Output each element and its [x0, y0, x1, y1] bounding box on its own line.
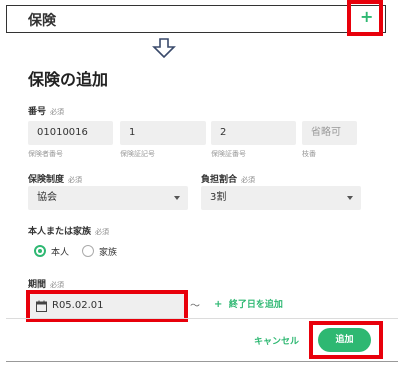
plus-icon: +: [214, 299, 223, 310]
radio-self[interactable]: [34, 245, 46, 257]
radio-self-label: 本人: [51, 248, 70, 258]
caret-down-icon: [347, 196, 353, 200]
branch-number-hint: 枝番: [302, 150, 316, 158]
dialog-title: 保険の追加: [28, 70, 109, 89]
add-highlight-box: [309, 321, 383, 359]
insurance-system-value: 協会: [37, 192, 57, 203]
caret-down-icon: [174, 196, 180, 200]
radio-family[interactable]: [82, 245, 94, 257]
bottom-border: [6, 361, 398, 362]
insurance-system-label: 保険制度 必須: [28, 175, 83, 185]
insurer-number-hint: 保険者番号: [28, 150, 63, 158]
plus-icon[interactable]: +: [360, 7, 373, 26]
cancel-button[interactable]: キャンセル: [254, 334, 299, 347]
card-number-field[interactable]: 2: [211, 121, 296, 145]
card-symbol-field[interactable]: 1: [120, 121, 206, 145]
add-end-date-link[interactable]: + 終了日を追加: [214, 297, 283, 310]
card-number-hint: 保険証番号: [211, 150, 246, 158]
insurance-header-bar: [6, 5, 386, 33]
header-title: 保険: [28, 13, 56, 29]
arrow-down-icon: [152, 38, 176, 58]
insurer-number-field[interactable]: 01010016: [28, 121, 113, 145]
required-note: 必須: [50, 108, 65, 116]
footer-divider: [6, 318, 398, 319]
burden-ratio-label: 負担割合 必須: [201, 175, 256, 185]
period-label: 期間 必須: [28, 280, 65, 290]
person-or-family-label: 本人または家族 必須: [28, 227, 110, 237]
card-symbol-hint: 保険証記号: [120, 150, 155, 158]
burden-ratio-select[interactable]: 3割: [201, 186, 361, 210]
period-separator: ～: [190, 301, 200, 312]
burden-ratio-value: 3割: [210, 192, 227, 203]
insurance-system-select[interactable]: 協会: [28, 186, 188, 210]
branch-number-field[interactable]: 省略可: [302, 121, 357, 145]
number-label: 番号 必須: [28, 107, 65, 117]
radio-family-label: 家族: [99, 248, 118, 258]
